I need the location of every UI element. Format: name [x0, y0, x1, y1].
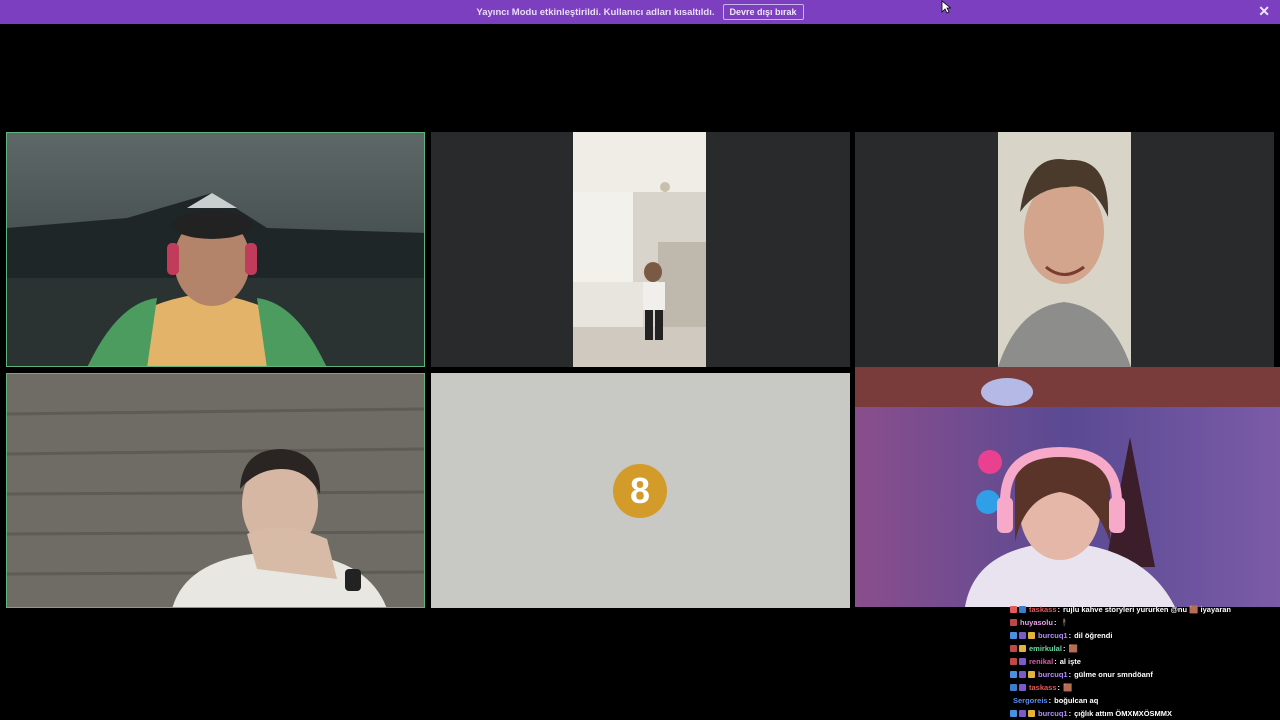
chat-badge-icon — [1019, 606, 1026, 613]
participant-5-avatar: 8 — [613, 464, 667, 518]
chat-text: al işte — [1059, 657, 1081, 666]
chat-username[interactable]: renikal — [1029, 655, 1053, 668]
chat-separator: : — [1057, 605, 1061, 614]
chat-badge-icon — [1010, 658, 1017, 665]
chat-badges — [1010, 684, 1026, 691]
chat-message: burcuq1: dil öğrendi — [1010, 629, 1280, 642]
chat-badges — [1010, 606, 1026, 613]
participant-6-video — [855, 367, 1280, 607]
chat-badges — [1010, 645, 1026, 652]
chat-badge-icon — [1010, 671, 1017, 678]
chat-badges — [1010, 710, 1035, 717]
chat-username[interactable]: burcuq1 — [1038, 629, 1068, 642]
video-tile-participant-1[interactable] — [6, 132, 425, 367]
chat-username[interactable]: taskass — [1029, 681, 1057, 694]
participant-1-video — [7, 133, 424, 366]
video-tile-participant-2[interactable] — [431, 132, 850, 367]
chat-badge-icon — [1010, 632, 1017, 639]
video-tile-participant-5[interactable]: 8 — [431, 373, 850, 608]
chat-badge-icon — [1019, 658, 1026, 665]
chat-text: dil öğrendi — [1074, 631, 1113, 640]
streamer-mode-message: Yayıncı Modu etkinleştirildi. Kullanıcı … — [476, 6, 715, 18]
chat-message: taskass: 🟫 — [1010, 681, 1280, 694]
chat-badge-icon — [1019, 645, 1026, 652]
chat-message: burcuq1: gülme onur smndöanf — [1010, 668, 1280, 681]
chat-badge-icon — [1010, 710, 1017, 717]
participant-2-video — [573, 132, 706, 367]
chat-username[interactable]: taskass — [1029, 603, 1057, 616]
chat-separator: : — [1054, 657, 1057, 666]
chat-badge-icon — [1028, 632, 1035, 639]
chat-badge-icon — [1010, 619, 1017, 626]
chat-text: boğulcan aq — [1054, 696, 1099, 705]
chat-badges — [1010, 619, 1017, 626]
chat-separator: : — [1068, 709, 1072, 718]
chat-separator: : — [1068, 631, 1072, 640]
chat-message: renikal: al işte — [1010, 655, 1280, 668]
chat-message: taskass: rujlu kahve storyleri yururken @… — [1010, 603, 1280, 616]
chat-badge-icon — [1010, 684, 1017, 691]
chat-badge-icon — [1010, 645, 1017, 652]
video-tile-participant-4[interactable] — [6, 373, 425, 608]
chat-badge-icon — [1028, 671, 1035, 678]
chat-username[interactable]: huyasolu — [1020, 616, 1053, 629]
chat-message: Sergoreis: boğulcan aq — [1010, 694, 1280, 707]
chat-badges — [1010, 658, 1026, 665]
chat-badge-icon — [1010, 606, 1017, 613]
close-banner-icon[interactable]: ✕ — [1258, 3, 1270, 20]
chat-badge-icon — [1028, 710, 1035, 717]
video-tile-participant-6-stream[interactable] — [855, 367, 1280, 607]
chat-badges — [1010, 671, 1035, 678]
chat-badge-icon — [1019, 684, 1026, 691]
chat-separator: : — [1062, 644, 1066, 653]
chat-username[interactable]: burcuq1 — [1038, 707, 1068, 720]
mouse-cursor-icon — [941, 0, 951, 14]
chat-separator: : — [1048, 696, 1052, 705]
chat-badge-icon — [1019, 632, 1026, 639]
chat-text: çığlık attım ÖMXMXÖSMMX — [1074, 709, 1173, 718]
participant-4-video — [7, 374, 424, 607]
chat-text: 🕴️ — [1059, 618, 1069, 627]
participant-3-video — [998, 132, 1131, 367]
disable-streamer-mode-button[interactable]: Devre dışı bırak — [722, 4, 804, 20]
streamer-mode-banner: Yayıncı Modu etkinleştirildi. Kullanıcı … — [0, 0, 1280, 24]
chat-username[interactable]: Sergoreis — [1013, 694, 1048, 707]
chat-badge-icon — [1019, 671, 1026, 678]
stream-chat-overlay: taskass: rujlu kahve storyleri yururken @… — [1010, 603, 1280, 720]
chat-text: gülme onur smndöanf — [1074, 670, 1153, 679]
chat-separator: : — [1068, 670, 1072, 679]
chat-username[interactable]: burcuq1 — [1038, 668, 1068, 681]
chat-text: 🟫 — [1063, 683, 1073, 692]
chat-badges — [1010, 632, 1035, 639]
chat-message: huyasolu: 🕴️ — [1010, 616, 1280, 629]
chat-message: burcuq1: çığlık attım ÖMXMXÖSMMX — [1010, 707, 1280, 720]
chat-username[interactable]: emirkulal — [1029, 642, 1062, 655]
chat-message: emirkulal: 🟫 — [1010, 642, 1280, 655]
chat-separator: : — [1057, 683, 1061, 692]
chat-text: rujlu kahve storyleri yururken @nu 🟫 iya… — [1063, 605, 1231, 614]
chat-text: 🟫 — [1068, 644, 1078, 653]
video-tile-participant-3[interactable] — [855, 132, 1274, 367]
chat-badge-icon — [1019, 710, 1026, 717]
chat-separator: : — [1053, 618, 1057, 627]
